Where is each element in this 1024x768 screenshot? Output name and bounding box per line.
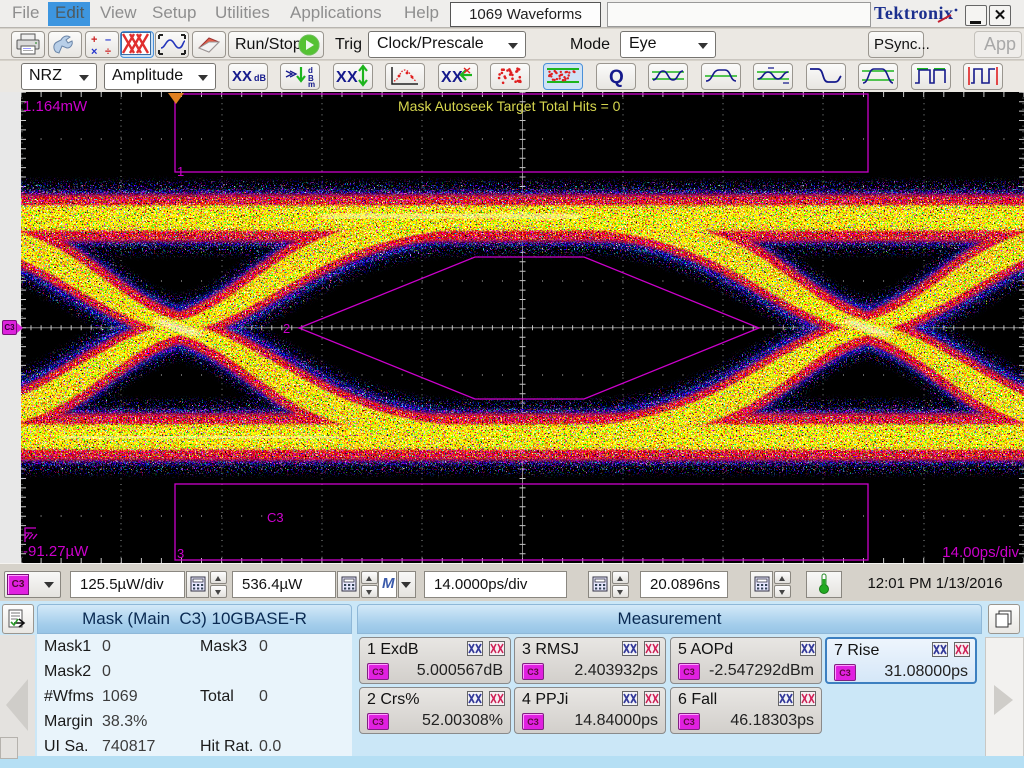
svg-text:C3: C3 (267, 510, 284, 525)
svg-text:Q: Q (609, 67, 624, 88)
svg-text:2: 2 (283, 321, 290, 336)
svg-text:XX: XX (232, 68, 252, 85)
svg-text:dB: dB (254, 73, 266, 83)
svg-text:14.00ps/div: 14.00ps/div (942, 544, 1019, 561)
svg-text:-91.27µW: -91.27µW (23, 543, 89, 560)
svg-text:–: – (105, 34, 111, 46)
svg-text:3: 3 (177, 546, 184, 561)
svg-text:X: X (347, 69, 358, 86)
svg-text:m: m (308, 80, 315, 88)
svg-text:×: × (91, 46, 97, 57)
svg-text:÷: ÷ (105, 46, 111, 57)
svg-text:X: X (336, 69, 347, 86)
svg-text:1.164mW: 1.164mW (23, 98, 88, 115)
svg-text:Mask Autoseek Target Total Hit: Mask Autoseek Target Total Hits = 0 (398, 98, 621, 114)
svg-text:+: + (91, 34, 97, 46)
svg-text:1: 1 (177, 164, 184, 179)
svg-text:X: X (441, 69, 452, 86)
svg-text:X: X (452, 69, 463, 86)
